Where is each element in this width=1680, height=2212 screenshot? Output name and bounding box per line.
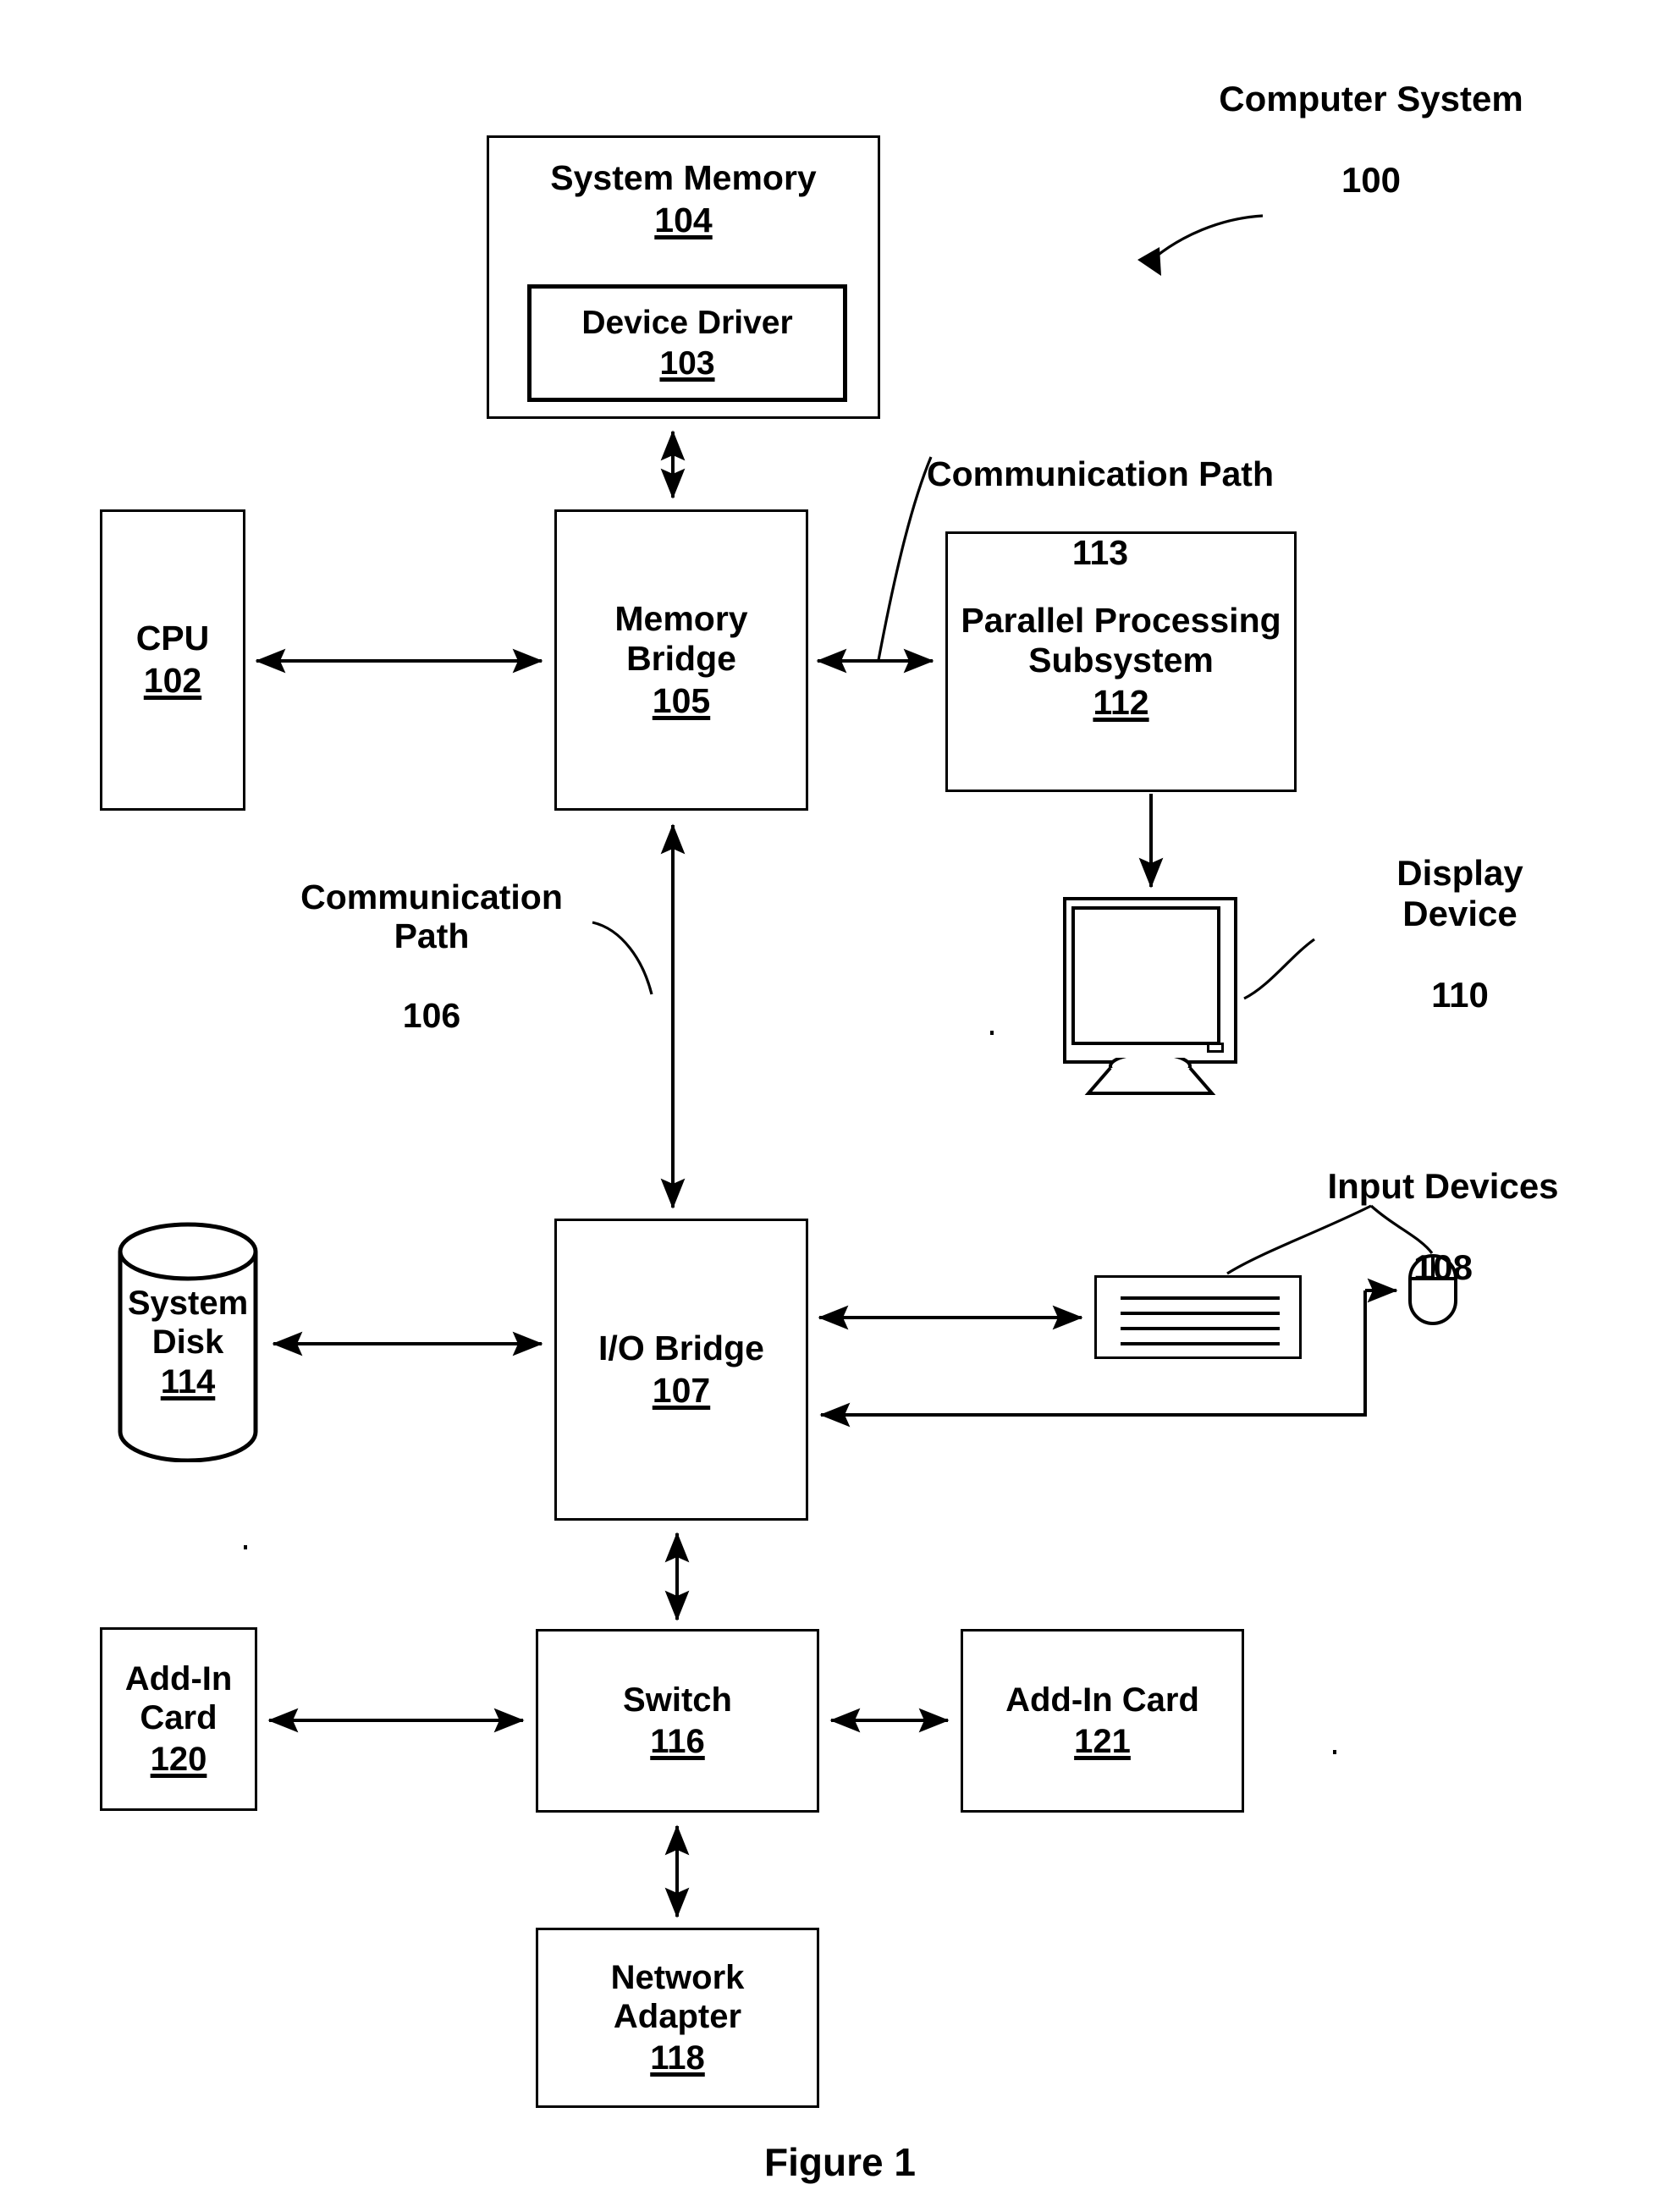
computer-system-title: Computer System: [1219, 78, 1523, 118]
switch-ref: 116: [650, 1722, 705, 1760]
io-bridge-ref: 107: [652, 1370, 711, 1410]
patent-figure-1: System Memory 104 Device Driver 103 CPU …: [0, 0, 1680, 2212]
add-in-card-120-title: Add-In Card: [124, 1659, 233, 1737]
node-system-memory[interactable]: System Memory 104 Device Driver 103: [487, 135, 880, 419]
scan-speck: [244, 1545, 247, 1549]
figure-caption: Figure 1: [764, 2140, 916, 2184]
input-devices-title: Input Devices: [1327, 1165, 1559, 1206]
system-disk-ref: 114: [160, 1362, 216, 1400]
communication-path-106-title: Communication Path: [300, 877, 563, 956]
keyboard-row: [1121, 1296, 1280, 1300]
leader-display-device: [1243, 938, 1315, 1000]
node-switch[interactable]: Switch 116: [536, 1629, 819, 1813]
cpu-ref: 102: [143, 661, 202, 700]
network-adapter-title: Network Adapter: [610, 1958, 745, 2036]
switch-title: Switch: [623, 1681, 732, 1720]
label-display-device: Display Device 110: [1320, 812, 1600, 1055]
node-add-in-card-120[interactable]: Add-In Card 120: [100, 1627, 257, 1811]
node-cpu[interactable]: CPU 102: [100, 509, 245, 811]
system-memory-ref: 104: [654, 200, 713, 239]
memory-bridge-title: Memory Bridge: [614, 598, 748, 679]
keyboard-row: [1121, 1342, 1280, 1345]
cpu-title: CPU: [135, 619, 210, 658]
device-driver-title: Device Driver: [581, 305, 793, 342]
io-bridge-title: I/O Bridge: [598, 1328, 764, 1367]
label-computer-system: Computer System 100: [1193, 38, 1549, 240]
label-input-devices: Input Devices 108: [1261, 1125, 1625, 1328]
input-devices-ref: 108: [1413, 1246, 1473, 1287]
label-communication-path-106: Communication Path 106: [254, 838, 609, 1075]
scan-speck: [1333, 1750, 1336, 1754]
scan-speck: [990, 1031, 994, 1035]
node-device-driver[interactable]: Device Driver 103: [527, 284, 847, 402]
computer-system-ref: 100: [1341, 159, 1402, 200]
parallel-processing-title: Parallel Processing Subsystem: [961, 600, 1281, 680]
memory-bridge-ref: 105: [652, 680, 711, 720]
communication-path-113-title: Communication Path: [926, 454, 1275, 493]
node-io-bridge[interactable]: I/O Bridge 107: [554, 1219, 808, 1521]
keyboard-row: [1121, 1327, 1280, 1330]
display-device-icon[interactable]: [1058, 897, 1242, 1095]
communication-path-113-ref: 113: [1071, 533, 1129, 573]
display-device-ref: 110: [1431, 974, 1489, 1015]
label-communication-path-113: Communication Path 113: [863, 415, 1337, 613]
arrowhead-computer-system: [1137, 247, 1161, 276]
parallel-processing-ref: 112: [1093, 682, 1149, 722]
add-in-card-120-ref: 120: [150, 1740, 207, 1778]
device-driver-ref: 103: [659, 344, 715, 382]
system-disk-title: System Disk: [127, 1285, 249, 1362]
network-adapter-ref: 118: [650, 2039, 705, 2077]
node-system-disk[interactable]: System Disk 114: [117, 1221, 259, 1463]
communication-path-106-ref: 106: [402, 995, 461, 1035]
display-device-title: Display Device: [1396, 852, 1523, 933]
monitor-power-led-icon: [1207, 1043, 1224, 1053]
keyboard-row: [1121, 1312, 1280, 1315]
system-disk-label: System Disk 114: [117, 1284, 259, 1401]
node-network-adapter[interactable]: Network Adapter 118: [536, 1928, 819, 2108]
add-in-card-121-title: Add-In Card: [1005, 1681, 1199, 1720]
system-memory-title: System Memory: [550, 158, 817, 197]
monitor-stand: [1084, 1058, 1216, 1095]
node-add-in-card-121[interactable]: Add-In Card 121: [961, 1629, 1244, 1813]
add-in-card-121-ref: 121: [1074, 1722, 1131, 1760]
node-memory-bridge[interactable]: Memory Bridge 105: [554, 509, 808, 811]
monitor-screen: [1071, 906, 1220, 1045]
